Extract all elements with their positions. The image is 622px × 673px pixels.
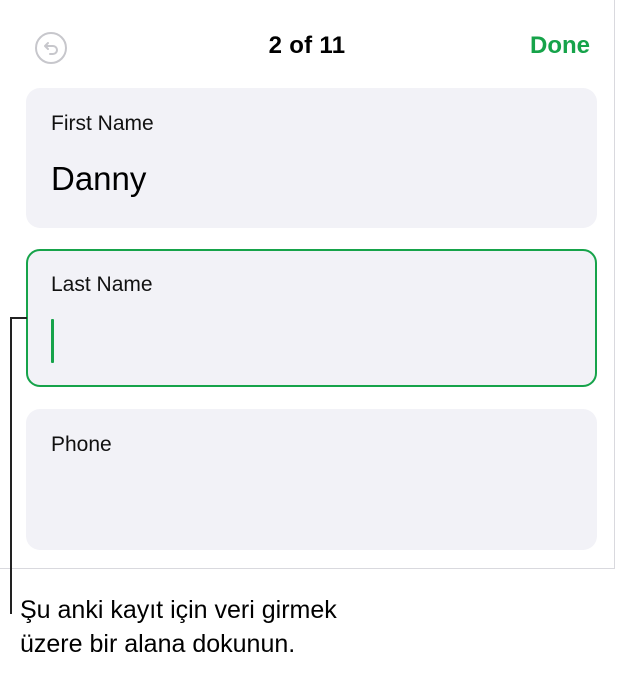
navigation-bar: 2 of 11 Done [0,0,614,92]
done-button[interactable]: Done [530,32,590,60]
phone-field[interactable]: Phone [26,409,597,550]
first-name-field[interactable]: First Name Danny [26,88,597,228]
text-cursor [51,319,54,363]
record-counter: 2 of 11 [268,32,346,59]
field-label: Phone [51,433,112,456]
field-label: Last Name [51,273,153,296]
callout-leader-line [10,317,12,614]
field-label: First Name [51,112,154,135]
callout-leader-tick [10,317,27,319]
last-name-field[interactable]: Last Name [26,249,597,387]
callout-text: Şu anki kayıt için veri girmek üzere bir… [20,596,337,658]
record-form-screen: 2 of 11 Done First Name Danny Last Name … [0,0,615,569]
field-value: Danny [51,160,147,197]
